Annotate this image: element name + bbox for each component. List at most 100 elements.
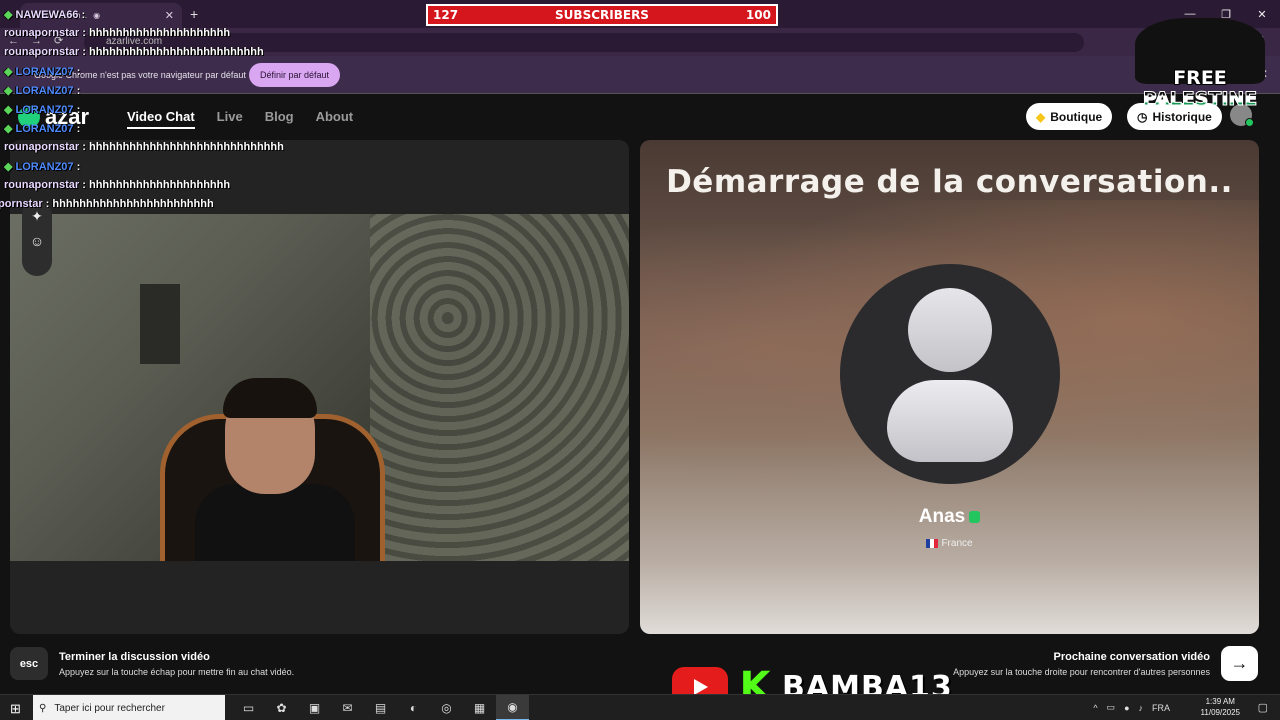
esc-key-button[interactable]: esc — [10, 647, 48, 680]
chat-message: rounapornstar : hhhhhhhhhhhhhhhhhhhhhhhh… — [4, 46, 264, 58]
chat-username: rounapornstar — [4, 141, 80, 153]
chat-username: rounapornstar — [4, 27, 80, 39]
partner-panel: Démarrage de la conversation.. Anas Fran… — [640, 140, 1259, 634]
chat-separator: : — [78, 9, 86, 21]
set-default-button[interactable]: Définir par défaut — [249, 63, 340, 87]
self-video-feed — [10, 214, 629, 561]
screen: ...éo avec de n... ◉ ✕ + — ❐ ✕ ←→⟳ azarl… — [0, 0, 1280, 720]
end-chat-description: Appuyez sur la touche échap pour mettre … — [59, 667, 295, 677]
chat-username: LORANZ07 — [15, 104, 74, 116]
end-chat-title: Terminer la discussion vidéo — [59, 651, 210, 663]
main-nav: Video Chat Live Blog About — [127, 109, 353, 129]
windows-start-icon[interactable]: ⊞ — [10, 701, 21, 717]
chat-message: ◆ LORANZ07 : — [4, 103, 80, 116]
chat-text: hhhhhhhhhhhhhhhhhhhhhhhhhh — [88, 46, 264, 58]
chat-separator: : — [73, 161, 81, 173]
chat-message: rounapornstar : hhhhhhhhhhhhhhhhhhhhhhhh… — [4, 141, 284, 153]
app-icon[interactable]: ▦ — [463, 695, 496, 720]
taskbar-apps: ▭ ✿ ▣ ✉ ▤ ◐ ◎ ▦ ◉ — [232, 695, 529, 720]
network-icon[interactable]: ▭ — [1107, 702, 1116, 713]
obs-icon[interactable]: ◎ — [430, 695, 463, 720]
sparkle-effects-icon[interactable]: ✦ — [22, 208, 52, 225]
sub-count-right: 100 — [745, 8, 771, 22]
chat-badge-icon: ◆ — [4, 104, 13, 116]
chrome-icon[interactable]: ◉ — [496, 695, 529, 720]
partner-avatar — [840, 264, 1060, 484]
chat-username: pornstar — [0, 198, 43, 210]
chat-username: rounapornstar — [4, 46, 80, 58]
search-icon: ⚲ — [39, 702, 47, 714]
chat-message: ◆ LORANZ07 : — [4, 65, 80, 78]
chat-username: LORANZ07 — [15, 66, 74, 78]
chat-badge-icon: ◆ — [4, 85, 13, 97]
chat-badge-icon: ◆ — [4, 9, 13, 21]
taskbar-search[interactable]: ⚲ Taper ici pour rechercher — [33, 695, 225, 720]
chat-username: LORANZ07 — [15, 85, 74, 97]
app-header: azar Video Chat Live Blog About ◆ Boutiq… — [0, 94, 1280, 140]
verified-badge-icon — [969, 510, 981, 523]
boutique-button[interactable]: ◆ Boutique — [1026, 103, 1113, 130]
partner-country: France — [941, 538, 973, 549]
chat-username: NAWEWA66 — [15, 9, 79, 21]
tab-close-icon[interactable]: ✕ — [165, 9, 174, 22]
store-icon[interactable]: ▣ — [298, 695, 331, 720]
chat-message: pornstar : hhhhhhhhhhhhhhhhhhhhhhhh — [0, 198, 214, 210]
copilot-icon[interactable]: ✿ — [265, 695, 298, 720]
boutique-label: Boutique — [1050, 109, 1103, 124]
chat-separator: : — [79, 27, 89, 39]
next-chat-title: Prochaine conversation vidéo — [1053, 651, 1211, 663]
edge-icon[interactable]: ◐ — [397, 695, 430, 720]
chat-badge-icon: ◆ — [4, 66, 13, 78]
volume-icon[interactable]: ♪ — [1139, 703, 1144, 713]
chat-separator: : — [79, 179, 89, 191]
gem-icon: ◆ — [1036, 109, 1046, 124]
system-clock[interactable]: 1:39 AM 11/09/2025 — [1201, 696, 1240, 718]
task-view-icon[interactable]: ▭ — [232, 695, 265, 720]
subscriber-counter: 127 SUBSCRIBERS 100 — [426, 4, 778, 26]
france-flag-icon — [926, 538, 939, 548]
chat-message: ◆ LORANZ07 : — [4, 160, 80, 173]
next-chat-button[interactable]: → — [1221, 646, 1258, 681]
nav-blog[interactable]: Blog — [265, 109, 294, 129]
sub-count-left: 127 — [433, 8, 459, 22]
chat-separator: : — [73, 104, 81, 116]
chat-separator: : — [73, 85, 81, 97]
nav-about[interactable]: About — [316, 109, 354, 129]
system-tray: ^ ▭ ● ♪ FRA — [1093, 702, 1170, 713]
online-status-dot — [1245, 118, 1254, 127]
nav-live[interactable]: Live — [217, 109, 243, 129]
sub-label: SUBSCRIBERS — [555, 8, 649, 22]
mic-icon[interactable]: ● — [1124, 703, 1129, 713]
chat-text: hhhhhhhhhhhhhhhhhhhhh — [88, 27, 231, 39]
chat-message: rounapornstar : hhhhhhhhhhhhhhhhhhhhh — [4, 179, 230, 191]
language-indicator[interactable]: FRA — [1152, 703, 1170, 713]
chat-message: rounapornstar : hhhhhhhhhhhhhhhhhhhhh — [4, 27, 230, 39]
next-chat-description: Appuyez sur la touche droite pour rencon… — [953, 667, 1210, 677]
streamer-body — [195, 484, 355, 561]
chat-message: ◆ LORANZ07 : — [4, 84, 80, 97]
chat-username: LORANZ07 — [15, 123, 74, 135]
partner-country-row: France — [640, 538, 1259, 549]
chat-badge-icon: ◆ — [4, 123, 13, 135]
tray-expand-icon[interactable]: ^ — [1093, 703, 1097, 713]
clock-date: 11/09/2025 — [1200, 708, 1240, 717]
search-placeholder: Taper ici pour rechercher — [54, 702, 165, 714]
streamer — [195, 378, 355, 561]
file-explorer-icon[interactable]: ▤ — [364, 695, 397, 720]
nav-video-chat[interactable]: Video Chat — [127, 109, 195, 129]
outlook-icon[interactable]: ✉ — [331, 695, 364, 720]
chat-text: hhhhhhhhhhhhhhhhhhhhh — [88, 179, 231, 191]
chat-username: rounapornstar — [4, 179, 80, 191]
chat-badge-icon: ◆ — [4, 161, 13, 173]
chat-separator: : — [79, 141, 89, 153]
wallpaper-pattern — [370, 214, 629, 561]
notification-icon[interactable]: ▢ — [1258, 701, 1268, 714]
clock-time: 1:39 AM — [1205, 697, 1235, 706]
face-filter-icon[interactable]: ☺ — [22, 233, 52, 249]
chat-text: hhhhhhhhhhhhhhhhhhhhhhhhhhhhh — [88, 141, 284, 153]
chat-separator: : — [73, 123, 81, 135]
avatar-body-icon — [887, 380, 1013, 462]
chat-username: LORANZ07 — [15, 161, 74, 173]
new-tab-icon[interactable]: + — [190, 6, 198, 22]
wall-frame — [140, 284, 180, 364]
